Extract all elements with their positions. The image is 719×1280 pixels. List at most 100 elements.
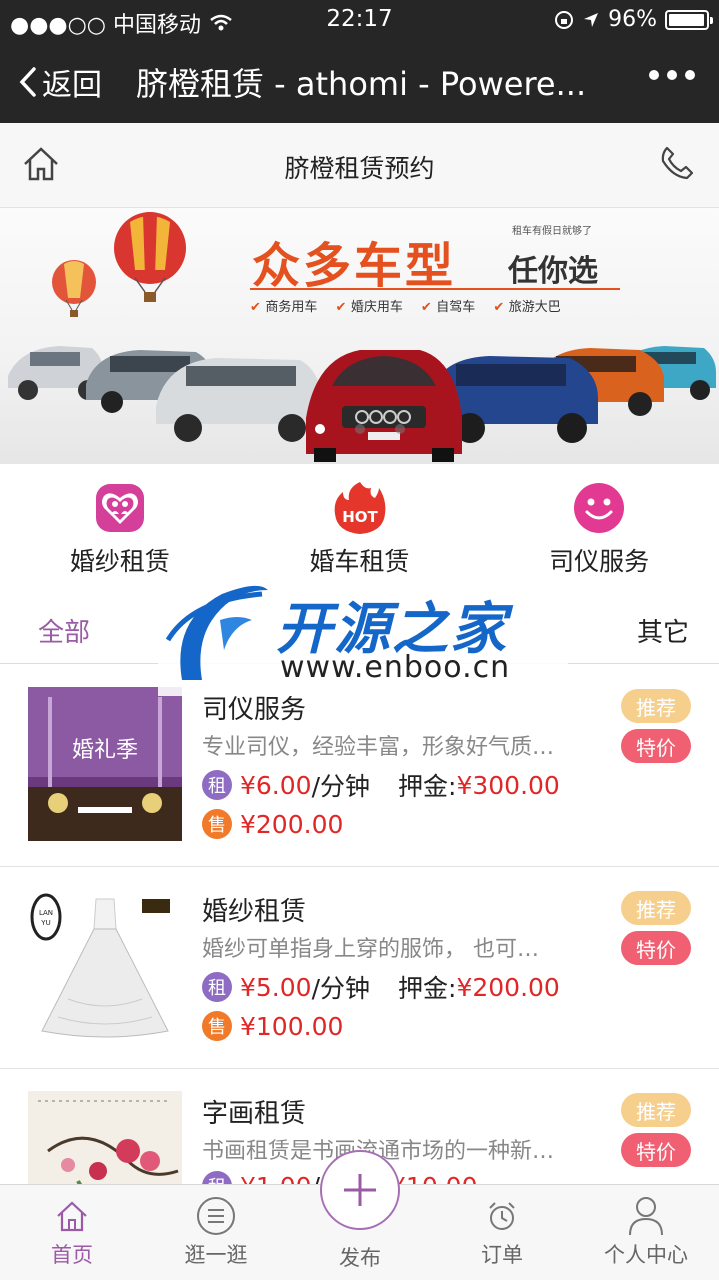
sale-badge: 售 bbox=[202, 1011, 232, 1041]
user-icon bbox=[629, 1197, 663, 1236]
category-wedding-dress[interactable]: 婚纱租赁 bbox=[0, 464, 240, 588]
wedding-dress-image: LAN YU bbox=[28, 889, 182, 1043]
product-thumbnail: 婚礼季 bbox=[28, 687, 182, 841]
category-wedding-car[interactable]: HOT 婚车租赁 bbox=[240, 464, 480, 588]
nav-browse[interactable]: 逛一逛 bbox=[156, 1193, 276, 1269]
publish-label: 发布 bbox=[339, 1246, 381, 1270]
back-button[interactable]: 返回 bbox=[18, 60, 102, 104]
nav-profile-label: 个人中心 bbox=[604, 1243, 688, 1267]
watermark: 开源之家 www.enboo.cn bbox=[158, 578, 568, 696]
list-item[interactable]: LAN YU 婚纱租赁 婚纱可单指身上穿的服饰， 也可… 租 ¥5.00 /分钟… bbox=[0, 867, 719, 1069]
banner-tag: 自驾车 bbox=[421, 296, 475, 315]
banner-slogan-secondary: 任你选 bbox=[508, 254, 598, 289]
category-grid: 婚纱租赁 HOT 婚车租赁 司仪服务 bbox=[0, 464, 719, 588]
pagination-dot[interactable] bbox=[314, 424, 325, 434]
nav-home-label: 首页 bbox=[51, 1243, 93, 1267]
nav-browse-label: 逛一逛 bbox=[184, 1243, 248, 1267]
battery-icon bbox=[665, 9, 713, 30]
heart-people-icon bbox=[95, 484, 144, 532]
rotation-lock-icon bbox=[555, 10, 574, 29]
nav-home[interactable]: 首页 bbox=[12, 1193, 132, 1269]
svg-text:婚礼季: 婚礼季 bbox=[72, 738, 138, 763]
home-icon bbox=[57, 1201, 87, 1232]
rent-price: ¥6.00 bbox=[240, 770, 312, 800]
deposit-price: ¥300.00 bbox=[456, 770, 560, 800]
category-label: 婚纱租赁 bbox=[69, 547, 170, 576]
svg-text:HOT: HOT bbox=[342, 508, 378, 526]
call-button[interactable] bbox=[659, 145, 695, 185]
recommend-tag: 推荐 bbox=[621, 689, 691, 723]
app-header: 脐橙租赁预约 bbox=[0, 123, 719, 208]
stage-image: 婚礼季 bbox=[28, 687, 182, 841]
banner-pagination bbox=[0, 424, 719, 434]
location-arrow-icon bbox=[584, 12, 599, 27]
banner-slogan: 众多车型 bbox=[252, 238, 457, 294]
smiley-icon bbox=[574, 483, 625, 533]
category-label: 婚车租赁 bbox=[309, 547, 410, 576]
recommend-tag: 推荐 bbox=[621, 1093, 691, 1127]
recommend-tag: 推荐 bbox=[621, 891, 691, 925]
chevron-left-icon bbox=[19, 67, 36, 97]
watermark-text-en: www.enboo.cn bbox=[280, 650, 511, 685]
product-description: 专业司仪，经验丰富，形象好气质… bbox=[202, 735, 555, 760]
deposit-label: 押金: bbox=[398, 974, 457, 1003]
product-thumbnail: LAN YU bbox=[28, 889, 182, 1043]
balloon-icon bbox=[114, 212, 186, 302]
status-right: 96% bbox=[554, 7, 713, 32]
category-mc-service[interactable]: 司仪服务 bbox=[479, 464, 719, 588]
header-title: 脐橙租赁预约 bbox=[284, 154, 435, 183]
balloon-small-icon bbox=[52, 260, 96, 317]
nav-bar: 返回 脐橙租赁 - athomi - Powere... bbox=[0, 40, 719, 123]
product-name: 字画租赁 bbox=[202, 1099, 307, 1129]
page-title: 脐橙租赁 - athomi - Powere... bbox=[136, 65, 587, 103]
alarm-clock-icon bbox=[489, 1202, 515, 1230]
list-circle-icon bbox=[197, 1197, 235, 1235]
tab-all[interactable]: 全部 bbox=[38, 612, 90, 649]
product-name: 婚纱租赁 bbox=[202, 897, 307, 927]
banner-tagline: 租车有假日就够了 bbox=[512, 226, 592, 237]
product-description: 婚纱可单指身上穿的服饰， 也可… bbox=[202, 937, 539, 962]
sale-badge: 售 bbox=[202, 809, 232, 839]
rent-price: ¥5.00 bbox=[240, 972, 312, 1002]
category-label: 司仪服务 bbox=[549, 547, 650, 576]
rent-badge: 租 bbox=[202, 770, 232, 800]
nav-orders[interactable]: 订单 bbox=[442, 1193, 562, 1269]
back-label: 返回 bbox=[42, 68, 102, 103]
sale-price: ¥200.00 bbox=[240, 809, 344, 839]
special-price-tag: 特价 bbox=[621, 1133, 691, 1167]
watermark-logo-icon bbox=[165, 585, 268, 680]
phone-icon bbox=[661, 146, 694, 180]
rent-price-row: 租 ¥6.00 /分钟 押金: ¥300.00 bbox=[202, 767, 560, 803]
rent-unit: /分钟 bbox=[311, 772, 371, 801]
rent-unit: /分钟 bbox=[311, 974, 371, 1003]
banner-tag: 商务用车 bbox=[250, 296, 317, 315]
sale-price-row: 售 ¥100.00 bbox=[202, 1011, 343, 1041]
publish-circle bbox=[320, 1150, 400, 1230]
svg-text:YU: YU bbox=[40, 919, 50, 927]
publish-button[interactable]: 发布 bbox=[300, 1150, 420, 1280]
nav-orders-label: 订单 bbox=[481, 1243, 523, 1267]
hot-flame-icon: HOT bbox=[334, 482, 385, 534]
rent-price-row: 租 ¥5.00 /分钟 押金: ¥200.00 bbox=[202, 969, 560, 1005]
sale-price: ¥100.00 bbox=[240, 1011, 344, 1041]
battery-text: 96% bbox=[608, 7, 657, 32]
pagination-dot[interactable] bbox=[394, 424, 405, 434]
svg-text:LAN: LAN bbox=[39, 909, 53, 917]
special-price-tag: 特价 bbox=[621, 931, 691, 965]
deposit-price: ¥200.00 bbox=[456, 972, 560, 1002]
more-menu-button[interactable] bbox=[649, 70, 695, 80]
special-price-tag: 特价 bbox=[621, 729, 691, 763]
pagination-dot[interactable] bbox=[354, 424, 365, 434]
banner-tag: 婚庆用车 bbox=[335, 296, 403, 315]
tab-other[interactable]: 其它 bbox=[637, 612, 689, 649]
status-bar: ●●●○○ 中国移动 22:17 96% bbox=[0, 0, 719, 40]
plus-icon bbox=[344, 1174, 376, 1206]
nav-profile[interactable]: 个人中心 bbox=[586, 1193, 706, 1269]
banner-tags: 商务用车 婚庆用车 自驾车 旅游大巴 bbox=[250, 296, 561, 315]
rent-badge: 租 bbox=[202, 972, 232, 1002]
banner-tag: 旅游大巴 bbox=[493, 296, 561, 315]
cars-image bbox=[8, 346, 716, 462]
banner-divider bbox=[250, 288, 620, 290]
sale-price-row: 售 ¥200.00 bbox=[202, 809, 343, 839]
deposit-label: 押金: bbox=[398, 772, 457, 801]
